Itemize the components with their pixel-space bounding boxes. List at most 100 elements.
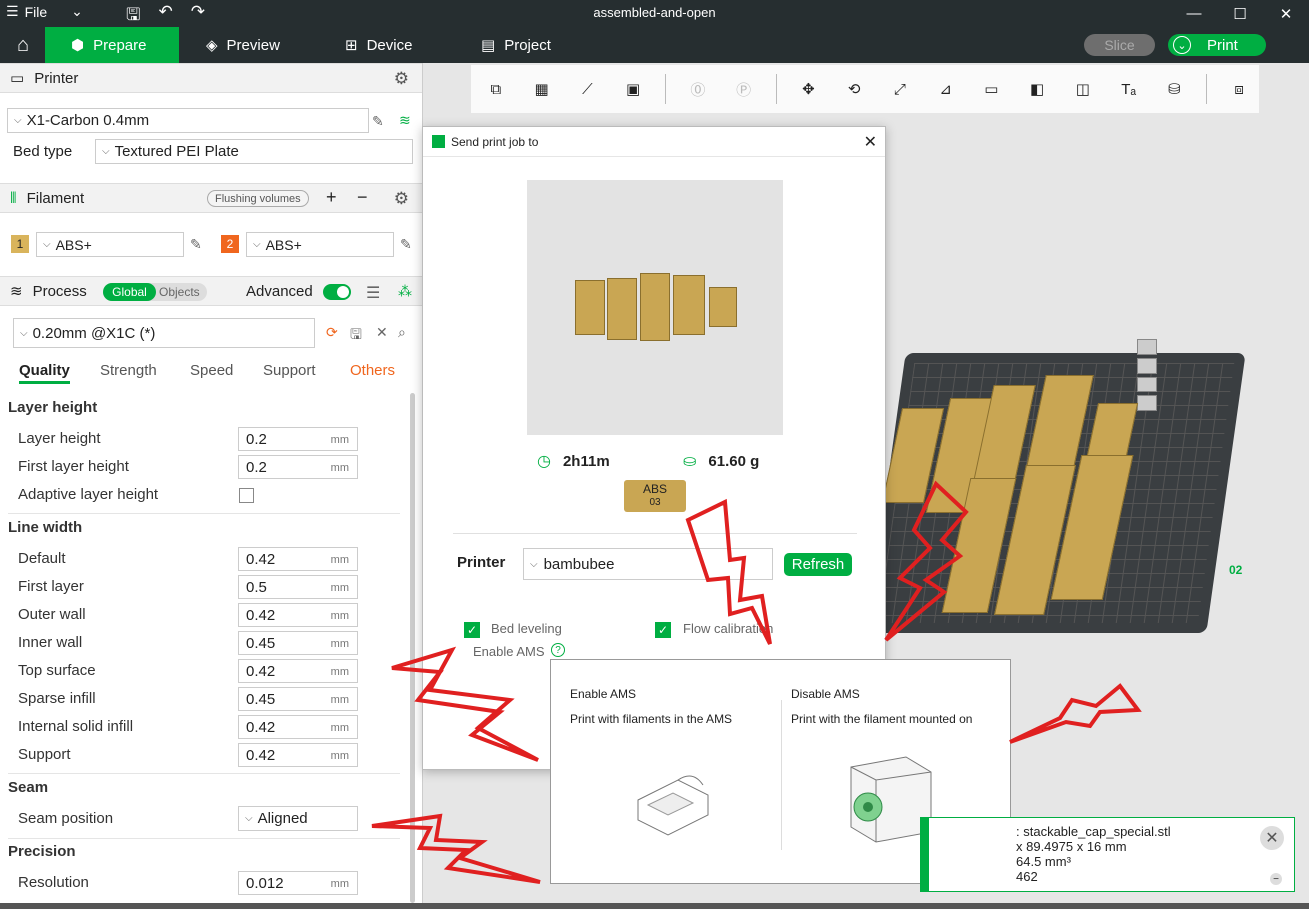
advanced-label: Advanced	[246, 283, 313, 300]
ams-chip-slot: 03	[649, 497, 661, 508]
layer-height-input[interactable]: 0.2 mm	[238, 427, 358, 451]
collapse-icon[interactable]: −	[1270, 873, 1282, 885]
arrange-icon[interactable]: ▣	[613, 69, 653, 109]
print-time: ◷ 2h11m	[537, 451, 610, 471]
line-width-top-surface-input[interactable]: 0.42 mm	[238, 659, 358, 683]
refresh-button[interactable]: Refresh	[784, 553, 852, 576]
line-width-internal-solid-infill-input[interactable]: 0.42 mm	[238, 715, 358, 739]
auto-orient-icon[interactable]: ⟋	[568, 69, 608, 109]
global-option[interactable]: Global	[103, 283, 156, 301]
compare-icon[interactable]: ⁂	[398, 283, 412, 300]
cut-icon[interactable]: ▭	[972, 69, 1012, 109]
tab-project[interactable]: ▤ Project	[481, 27, 551, 63]
prepare-icon: ⬢	[71, 37, 85, 54]
printer-select[interactable]: ⌵ bambubee	[523, 548, 773, 580]
line-width-sparse-infill-input[interactable]: 0.45 mm	[238, 687, 358, 711]
print-button[interactable]: ⌄ Print	[1168, 34, 1266, 56]
notification-line-4: 462	[1016, 869, 1038, 884]
printer-model-select[interactable]: ⌵ X1-Carbon 0.4mm	[7, 108, 369, 133]
save-icon[interactable]: 🖫	[350, 324, 362, 348]
settings-scrollbar[interactable]	[410, 393, 415, 903]
close-icon[interactable]: ✕	[1263, 0, 1309, 27]
plate-lock-icon[interactable]	[1137, 395, 1157, 411]
line-width-default-input[interactable]: 0.42 mm	[238, 547, 358, 571]
advanced-switch[interactable]	[323, 284, 351, 300]
layer-height-label: Layer height	[18, 430, 101, 447]
ams-filament-chip[interactable]: ABS 03	[624, 480, 686, 512]
seam-paint-icon[interactable]: ◫	[1063, 69, 1103, 109]
close-icon[interactable]: ✕	[1260, 826, 1284, 850]
filament-select-1[interactable]: ⌵ ABS+	[36, 232, 184, 257]
search-icon[interactable]: ⌕	[398, 324, 406, 341]
quality-tabs: Quality Strength Speed Support Others	[0, 362, 422, 388]
split-parts-icon[interactable]: Ⓟ	[724, 69, 764, 109]
tab-device[interactable]: ⊞ Device	[345, 27, 412, 63]
bed-leveling-checkbox[interactable]: ✓	[464, 622, 480, 638]
resolution-input[interactable]: 0.012 mm	[238, 871, 358, 895]
seam-position-select[interactable]: ⌵ Aligned	[238, 806, 358, 831]
color-paint-icon[interactable]: ⛁	[1155, 69, 1195, 109]
edit-icon[interactable]: ✎	[400, 236, 412, 253]
tab-support[interactable]: Support	[263, 362, 316, 379]
unit-label: mm	[330, 722, 349, 734]
lay-on-face-icon[interactable]: ⊿	[926, 69, 966, 109]
adaptive-layer-height-checkbox[interactable]	[239, 488, 254, 503]
tab-preview[interactable]: ◈ Preview	[206, 27, 280, 63]
process-preset-select[interactable]: ⌵ 0.20mm @X1C (*)	[13, 318, 315, 348]
split-objects-icon[interactable]: ⓪	[678, 69, 718, 109]
add-icon[interactable]: +	[326, 187, 337, 208]
close-icon[interactable]: ✕	[864, 132, 877, 152]
tab-strength[interactable]: Strength	[100, 362, 157, 379]
global-objects-toggle[interactable]: Global Objects	[103, 283, 207, 301]
line-width-outer-wall-input[interactable]: 0.42 mm	[238, 603, 358, 627]
delete-icon[interactable]: ✕	[376, 324, 388, 341]
scale-icon[interactable]: ⤢	[880, 69, 920, 109]
printer-icon: ▭	[10, 70, 25, 87]
list-icon[interactable]: ☰	[366, 283, 380, 303]
line-width-first-layer-input[interactable]: 0.5 mm	[238, 575, 358, 599]
flushing-volumes-button[interactable]: Flushing volumes	[207, 190, 309, 207]
unit-label: mm	[330, 462, 349, 474]
tab-others[interactable]: Others	[350, 362, 395, 379]
slice-button[interactable]: Slice	[1084, 34, 1155, 56]
remove-icon[interactable]: −	[357, 187, 368, 208]
add-plate-icon[interactable]: ▦	[522, 69, 562, 109]
tab-prepare[interactable]: ⬢ Prepare	[45, 27, 179, 63]
minimize-icon[interactable]: —	[1171, 0, 1217, 27]
rotate-icon[interactable]: ⟲	[834, 69, 874, 109]
filament-spool-icon: ⛀	[683, 453, 697, 470]
plate-arrange-icon[interactable]	[1137, 376, 1157, 393]
tab-device-label: Device	[366, 36, 413, 54]
add-object-icon[interactable]: ⧉	[476, 69, 516, 109]
tab-quality[interactable]: Quality	[19, 362, 70, 384]
text-icon[interactable]: Tₐ	[1109, 69, 1149, 109]
maximize-icon[interactable]: ☐	[1217, 0, 1263, 27]
plate-orient-icon[interactable]	[1137, 357, 1157, 374]
plate-close-icon[interactable]	[1137, 339, 1157, 355]
home-button[interactable]: ⌂	[0, 27, 46, 63]
bed-type-select[interactable]: ⌵ Textured PEI Plate	[95, 139, 413, 164]
objects-option[interactable]: Objects	[159, 283, 200, 301]
line-width-inner-wall-input[interactable]: 0.45 mm	[238, 631, 358, 655]
gear-icon[interactable]: ⚙	[394, 69, 409, 89]
first-layer-height-input[interactable]: 0.2 mm	[238, 455, 358, 479]
notification-line-2: x 89.4975 x 16 mm	[1016, 839, 1127, 854]
assembly-icon[interactable]: ⧈	[1219, 69, 1259, 109]
help-icon[interactable]: ?	[551, 643, 565, 657]
project-icon: ▤	[481, 37, 496, 54]
chevron-down-icon[interactable]: ⌄	[1173, 36, 1191, 54]
edit-icon[interactable]: ✎	[372, 113, 384, 130]
tab-speed[interactable]: Speed	[190, 362, 233, 379]
filament-select-2[interactable]: ⌵ ABS+	[246, 232, 394, 257]
move-icon[interactable]: ✥	[789, 69, 829, 109]
gear-icon[interactable]: ⚙	[394, 189, 409, 209]
flow-calibration-label: Flow calibration	[683, 621, 774, 636]
divider	[1206, 74, 1208, 104]
line-width-support-input[interactable]: 0.42 mm	[238, 743, 358, 767]
support-paint-icon[interactable]: ◧	[1017, 69, 1057, 109]
print-weight: ⛀ 61.60 g	[683, 451, 759, 471]
flow-calibration-checkbox[interactable]: ✓	[655, 622, 671, 638]
reset-icon[interactable]: ⟳	[326, 324, 338, 341]
edit-icon[interactable]: ✎	[190, 236, 202, 253]
line-width-inner-wall-label: Inner wall	[18, 634, 83, 651]
